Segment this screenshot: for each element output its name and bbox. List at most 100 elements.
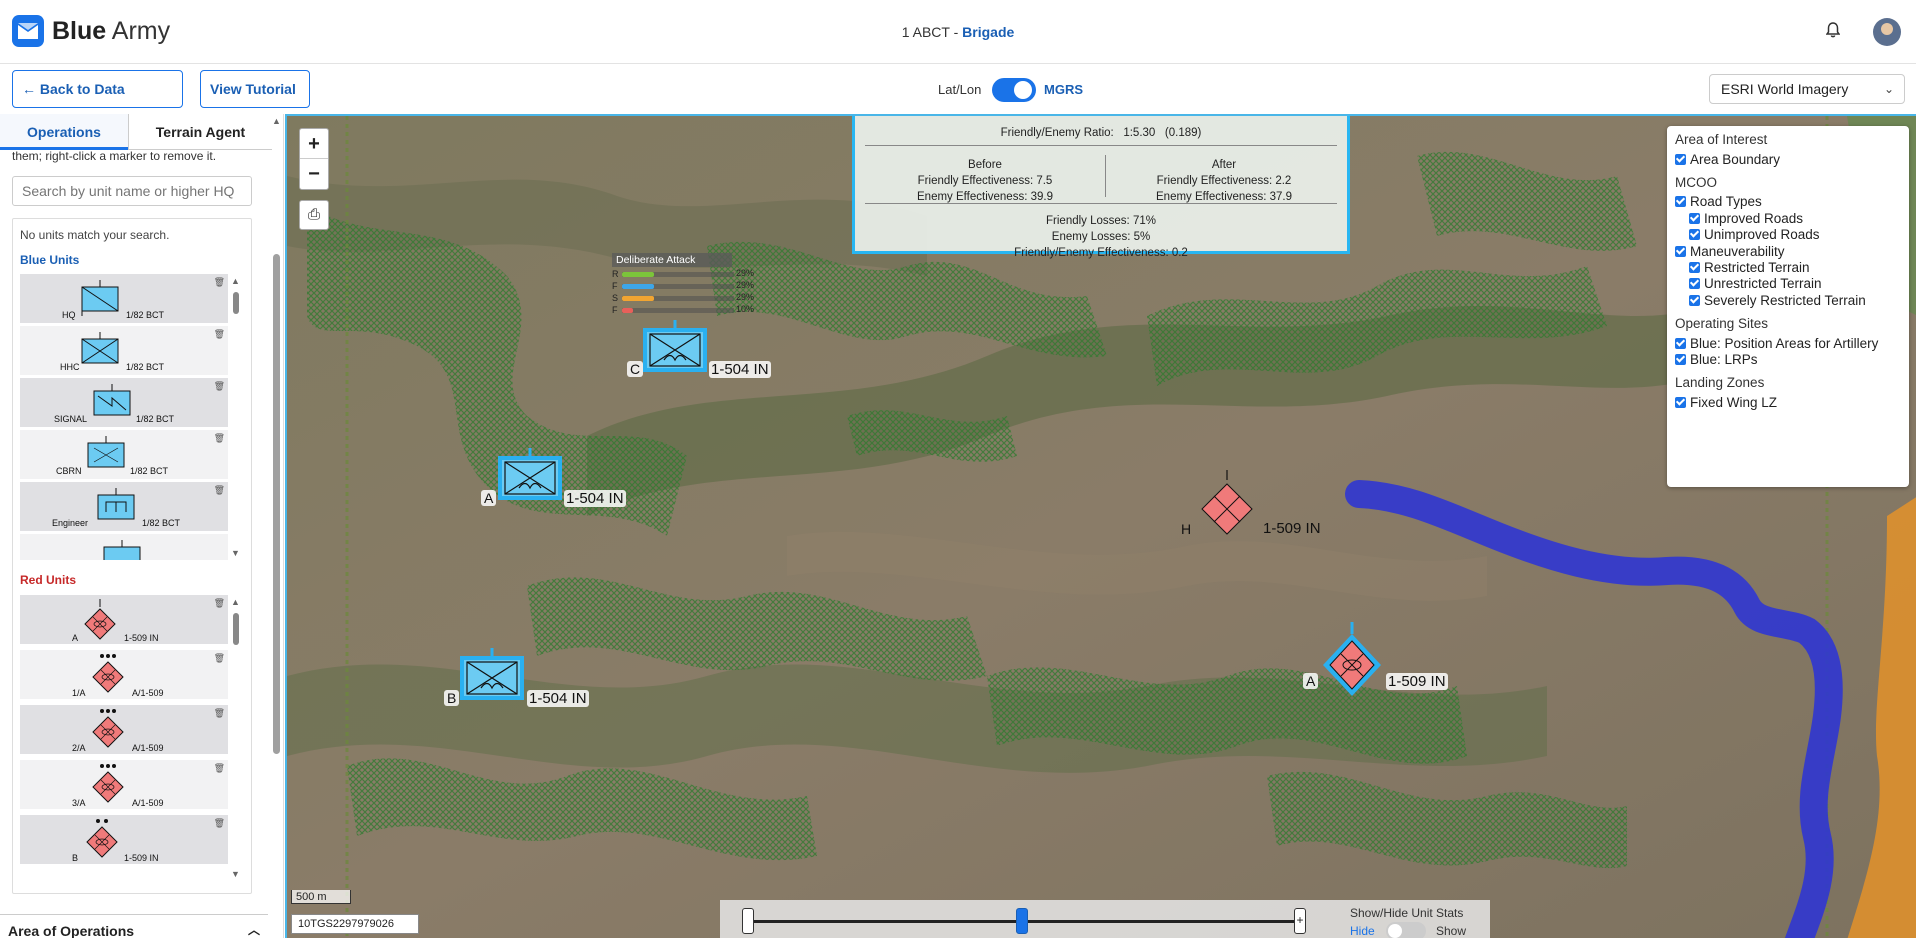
list-item[interactable]: 1/A A/1-509 🗑 (20, 650, 228, 699)
checkbox-icon[interactable] (1675, 397, 1686, 408)
unit-parent: A/1-509 (132, 798, 164, 808)
chevron-up-icon[interactable]: ︿ (248, 921, 260, 938)
trash-icon[interactable]: 🗑 (214, 708, 225, 719)
sidebar: Operations Terrain Agent ▲ them; right-c… (0, 114, 284, 938)
trash-icon[interactable]: 🗑 (214, 653, 225, 664)
scroll-thumb[interactable] (233, 292, 239, 314)
trash-icon[interactable]: 🗑 (214, 763, 225, 774)
red-list-scrollbar[interactable]: ▲ ▼ (230, 595, 242, 881)
layer-checkbox-pa-artillery[interactable]: Blue: Position Areas for Artillery (1675, 336, 1878, 351)
trash-icon[interactable]: 🗑 (214, 818, 225, 829)
list-item[interactable]: 3/A A/1-509 🗑 (20, 760, 228, 809)
scroll-up-icon[interactable]: ▲ (231, 276, 240, 286)
unit-name-label: 1-504 IN (564, 490, 626, 507)
checkbox-icon[interactable] (1689, 295, 1700, 306)
layer-checkbox-fixed-wing-lz[interactable]: Fixed Wing LZ (1675, 395, 1777, 410)
checkbox-icon[interactable] (1689, 213, 1700, 224)
unit-echelon: A (72, 633, 79, 643)
list-item[interactable]: HHC 1/82 BCT 🗑 (20, 326, 228, 375)
latlon-label: Lat/Lon (938, 82, 982, 97)
coordinate-format-toggle[interactable] (992, 78, 1036, 102)
checkbox-icon[interactable] (1675, 154, 1686, 165)
engagement-stats-panel: Friendly/Enemy Ratio: 1:5.30 (0.189) Bef… (852, 116, 1350, 259)
notification-bell-icon[interactable] (1825, 22, 1841, 43)
trash-icon[interactable]: 🗑 (214, 277, 225, 288)
unit-search-input[interactable] (12, 176, 252, 206)
map-view[interactable]: + − ⎙ Friendly/Enemy Ratio: 1:5.30 (0.18… (285, 114, 1916, 938)
scroll-down-icon[interactable]: ▼ (231, 869, 240, 879)
mgrs-label: MGRS (1044, 82, 1083, 97)
tab-operations[interactable]: Operations (0, 114, 128, 150)
layer-checkbox-unrestricted[interactable]: Unrestricted Terrain (1689, 276, 1822, 291)
trash-icon[interactable]: 🗑 (214, 381, 225, 392)
layer-checkbox-unimproved-roads[interactable]: Unimproved Roads (1689, 227, 1820, 242)
scroll-up-icon[interactable]: ▲ (231, 597, 240, 607)
layer-checkbox-area-boundary[interactable]: Area Boundary (1675, 152, 1780, 167)
unit-echelon: SIGNAL (54, 414, 88, 424)
back-to-data-library-button[interactable]: ← Back to Data Library (12, 70, 183, 133)
layer-checkbox-road-types[interactable]: Road Types (1675, 194, 1762, 209)
list-item[interactable]: CBRN 1/82 BCT 🗑 (20, 430, 228, 479)
unit-echelon-label: A (481, 490, 497, 506)
list-item[interactable]: Engineer 1/82 BCT 🗑 (20, 482, 228, 531)
scroll-down-icon[interactable]: ▼ (231, 548, 240, 558)
checkbox-icon[interactable] (1675, 338, 1686, 349)
tab-terrain-agent[interactable]: Terrain Agent (128, 114, 272, 150)
list-item[interactable]: HQ 1/82 BCT 🗑 (20, 274, 228, 323)
checkbox-icon[interactable] (1689, 229, 1700, 240)
trash-icon[interactable]: 🗑 (214, 433, 225, 444)
scroll-thumb[interactable] (233, 613, 239, 645)
list-item[interactable]: A 1-509 IN 🗑 (20, 595, 228, 644)
trash-icon[interactable]: 🗑 (214, 598, 225, 609)
list-item[interactable] (20, 534, 228, 560)
timeline-start-handle[interactable] (742, 908, 754, 934)
layer-checkbox-severely-restricted[interactable]: Severely Restricted Terrain (1689, 293, 1866, 308)
unit-name-label: 1-509 IN (1386, 673, 1448, 690)
red-unit-list: A 1-509 IN 🗑 1/A A/1-509 🗑 2/A A/1-509 🗑… (20, 595, 228, 881)
checkbox-icon[interactable] (1675, 196, 1686, 207)
layer-section-title: MCOO (1675, 175, 1717, 190)
unit-parent: 1/82 BCT (142, 518, 181, 528)
list-item[interactable]: SIGNAL 1/82 BCT 🗑 (20, 378, 228, 427)
chevron-down-icon: ⌄ (1883, 82, 1894, 96)
unit-parent: 1-509 IN (124, 853, 159, 863)
layer-checkbox-lrps[interactable]: Blue: LRPs (1675, 352, 1758, 367)
red-units-title: Red Units (20, 573, 77, 587)
zoom-in-button[interactable]: + (300, 129, 328, 159)
checkbox-icon[interactable] (1675, 354, 1686, 365)
instruction-text: them; right-click a marker to remove it. (12, 149, 217, 163)
unit-echelon: Engineer (52, 518, 89, 528)
layer-checkbox-improved-roads[interactable]: Improved Roads (1689, 211, 1803, 226)
unit-echelon: B (72, 853, 79, 863)
print-icon[interactable]: ⎙ (299, 200, 329, 230)
unit-name-label: 1-504 IN (709, 361, 771, 378)
checkbox-icon[interactable] (1689, 278, 1700, 289)
blue-list-scrollbar[interactable]: ▲ ▼ (230, 274, 242, 560)
list-item[interactable]: B 1-509 IN 🗑 (20, 815, 228, 864)
view-tutorial-button[interactable]: View Tutorial (200, 70, 310, 108)
stat-bar: S 29% (612, 292, 755, 303)
layer-checkbox-maneuverability[interactable]: Maneuverability (1675, 244, 1785, 259)
zoom-out-button[interactable]: − (300, 159, 328, 189)
sidebar-tabs: Operations Terrain Agent (0, 114, 272, 150)
timeline-add-handle[interactable]: + (1294, 908, 1306, 934)
trash-icon[interactable]: 🗑 (214, 485, 225, 496)
blue-units-title: Blue Units (20, 253, 80, 267)
checkbox-icon[interactable] (1689, 262, 1700, 273)
hide-label: Hide (1350, 924, 1375, 938)
basemap-select[interactable]: ESRI World Imagery ⌄ (1709, 74, 1905, 104)
ratio-line: Friendly/Enemy Ratio: 1:5.30 (0.189) (1000, 127, 1202, 139)
user-avatar[interactable] (1873, 18, 1901, 46)
sidebar-scrollbar[interactable] (273, 254, 280, 754)
checkbox-icon[interactable] (1675, 246, 1686, 257)
timeline-current-handle[interactable] (1016, 908, 1028, 934)
blue-unit-list: HQ 1/82 BCT 🗑 HHC 1/82 BCT 🗑 SIGNAL 1/82… (20, 274, 228, 560)
unit-stats-toggle[interactable] (1386, 922, 1426, 938)
area-of-operations-section[interactable]: Area of Operations ︿ (0, 914, 268, 938)
scroll-up-icon[interactable]: ▲ (272, 116, 281, 126)
unit-echelon: 3/A (72, 798, 86, 808)
layer-checkbox-restricted[interactable]: Restricted Terrain (1689, 260, 1810, 275)
list-item[interactable]: 2/A A/1-509 🗑 (20, 705, 228, 754)
after-column: After Friendly Effectiveness: 2.2 Enemy … (1156, 159, 1292, 203)
trash-icon[interactable]: 🗑 (214, 329, 225, 340)
